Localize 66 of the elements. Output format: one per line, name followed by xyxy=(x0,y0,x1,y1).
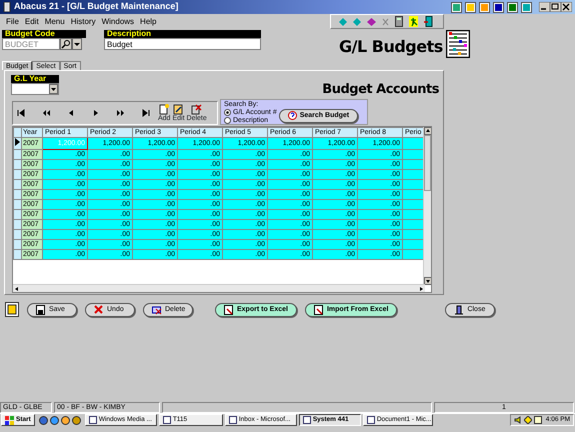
radio-icon[interactable] xyxy=(224,117,231,124)
next-record-icon[interactable] xyxy=(92,109,100,118)
scroll-right-icon[interactable] xyxy=(417,285,425,292)
scroll-down-icon[interactable] xyxy=(424,277,431,286)
globe-icon[interactable] xyxy=(50,416,59,424)
close-icon xyxy=(94,304,104,314)
input-field[interactable]: BUDGET xyxy=(2,38,60,50)
input-field[interactable]: Budget xyxy=(104,38,261,50)
previous-page-icon[interactable] xyxy=(42,109,50,118)
exit-icon[interactable] xyxy=(424,16,433,27)
window-icon xyxy=(228,416,237,424)
previous-record-icon[interactable] xyxy=(67,109,75,118)
dropdown-icon xyxy=(49,84,58,94)
app-icon[interactable] xyxy=(465,2,476,12)
last-record-icon[interactable] xyxy=(142,109,150,118)
app-icon[interactable] xyxy=(479,2,490,12)
menu-item[interactable]: History xyxy=(70,18,96,26)
field-label: Budget Code xyxy=(2,30,86,38)
menu-item[interactable]: Menu xyxy=(44,18,65,26)
year-dropdown[interactable] xyxy=(11,83,59,95)
radio-icon[interactable] xyxy=(224,109,231,116)
mail-icon[interactable] xyxy=(60,416,70,424)
document-icon xyxy=(158,104,170,115)
app-icon[interactable] xyxy=(521,2,532,12)
page-title: G/L Budgets xyxy=(339,38,443,56)
app-icon[interactable] xyxy=(493,2,504,12)
help-icon xyxy=(288,111,297,120)
scroll-up-icon[interactable] xyxy=(424,127,431,136)
app-icon xyxy=(3,2,11,12)
menu-item[interactable]: File xyxy=(6,18,19,26)
menu-item[interactable]: Edit xyxy=(24,18,39,26)
field-label: Description xyxy=(104,30,261,38)
minimize-icon[interactable] xyxy=(539,2,550,12)
window-icon xyxy=(88,416,97,424)
calculator-icon[interactable] xyxy=(395,16,403,27)
restore-icon[interactable] xyxy=(550,2,561,12)
scrollbar-thumb[interactable] xyxy=(424,135,431,192)
abacus-logo-icon xyxy=(446,30,470,58)
window-icon xyxy=(162,416,171,424)
runner-icon[interactable] xyxy=(409,16,418,27)
search-icon[interactable] xyxy=(60,38,72,50)
window-icon xyxy=(366,416,375,424)
menu-item[interactable]: Windows xyxy=(102,18,134,26)
door-icon xyxy=(454,304,464,314)
row-selector[interactable] xyxy=(14,138,22,150)
field-label: G.L Year xyxy=(11,75,59,83)
save-icon xyxy=(36,304,46,314)
speaker-icon xyxy=(514,416,522,424)
next-page-icon[interactable] xyxy=(117,109,125,118)
app-icon[interactable] xyxy=(507,2,518,12)
windows-logo-icon xyxy=(5,416,14,424)
pencil-icon xyxy=(173,104,184,115)
window-title: Abacus 21 - [G/L Budget Maintenance] xyxy=(14,2,178,12)
media-icon[interactable] xyxy=(72,416,81,424)
dropdown-icon[interactable] xyxy=(72,38,82,50)
desktop-icon[interactable] xyxy=(38,416,48,424)
close-icon[interactable] xyxy=(561,2,572,12)
scroll-left-icon[interactable] xyxy=(13,285,21,292)
document-icon[interactable] xyxy=(5,302,19,317)
first-record-icon[interactable] xyxy=(17,109,25,118)
app-icon[interactable] xyxy=(451,2,462,12)
section-title: Budget Accounts xyxy=(322,83,439,98)
delete-icon xyxy=(191,104,202,115)
menu-item[interactable]: Help xyxy=(140,18,156,26)
delete-icon xyxy=(152,304,162,314)
window-icon xyxy=(302,416,311,424)
